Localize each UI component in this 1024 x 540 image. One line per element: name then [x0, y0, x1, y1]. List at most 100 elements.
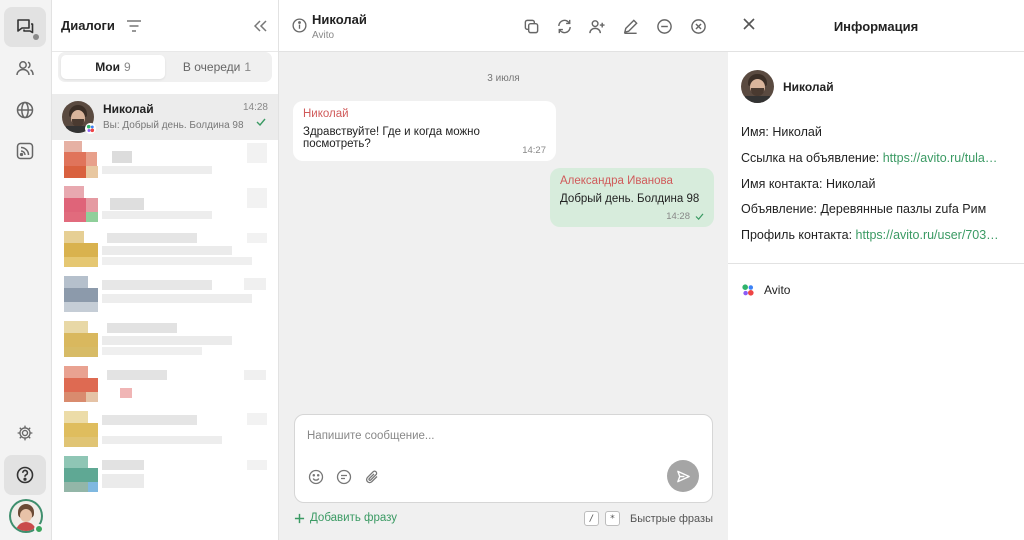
field-value: Николай — [772, 125, 822, 139]
field-label: Профиль контакта: — [741, 228, 853, 242]
chat-source: Avito — [312, 30, 335, 41]
plus-icon — [294, 513, 305, 523]
chat-info-button[interactable] — [292, 18, 307, 33]
info-icon — [292, 18, 307, 33]
dialog-item-blurred[interactable] — [52, 229, 278, 275]
users-icon — [16, 61, 34, 76]
rail-contacts-button[interactable] — [4, 48, 46, 88]
message-input[interactable] — [307, 427, 687, 445]
info-source: Avito — [741, 283, 790, 297]
message-text: Здравствуйте! Где и когда можно посмотре… — [303, 126, 480, 150]
dialog-item-blurred[interactable] — [52, 454, 278, 500]
minus-button[interactable] — [654, 16, 674, 36]
emoji-button[interactable] — [307, 468, 325, 486]
pencil-icon — [623, 18, 638, 34]
dialog-item-preview: Вы: Добрый день. Болдина 98 — [103, 120, 244, 131]
message-time-text: 14:27 — [522, 145, 546, 156]
dialog-item-blurred[interactable] — [52, 364, 278, 410]
online-indicator — [34, 524, 44, 534]
add-phrase-label: Добавить фразу — [310, 512, 398, 524]
read-check-icon — [695, 213, 704, 220]
field-value: Николай — [825, 177, 876, 191]
chat-header: Николай Avito — [279, 0, 728, 52]
double-chevron-left-icon — [253, 19, 267, 32]
avito-logo-icon — [86, 124, 95, 133]
nav-rail — [0, 0, 52, 540]
tab-mine[interactable]: Мои 9 — [61, 55, 165, 79]
chat-pane: Николай Avito 3 июля Николай Здравствуйт… — [279, 0, 728, 540]
copy-icon — [524, 19, 538, 33]
message-text: Добрый день. Болдина 98 — [560, 193, 700, 205]
tab-mine-count: 9 — [124, 60, 131, 74]
info-field-profile: Профиль контакта: https://avito.ru/user/… — [741, 228, 1019, 242]
close-circle-icon — [690, 18, 706, 34]
gear-icon — [17, 425, 33, 441]
info-field-contact-name: Имя контакта: Николай — [741, 177, 1019, 191]
refresh-icon — [557, 19, 571, 33]
avito-logo-icon — [742, 284, 754, 296]
dialog-item-blurred[interactable] — [52, 139, 278, 185]
template-button[interactable] — [335, 468, 353, 486]
smile-icon — [308, 469, 324, 485]
message-time-text: 14:28 — [666, 211, 690, 222]
rail-feeds-button[interactable] — [4, 131, 46, 171]
add-participant-button[interactable] — [587, 16, 607, 36]
avito-badge — [85, 123, 96, 134]
shortcut-key: / — [584, 511, 600, 526]
user-avatar[interactable] — [9, 499, 44, 534]
tab-queue-count: 1 — [244, 60, 252, 74]
rail-web-button[interactable] — [4, 90, 46, 130]
field-label: Имя контакта: — [741, 177, 823, 191]
send-button[interactable] — [667, 460, 699, 492]
date-separator: 3 июля — [487, 73, 520, 84]
info-field-name: Имя: Николай — [741, 125, 1019, 139]
add-user-icon — [589, 19, 605, 33]
message-author: Александра Иванова — [560, 175, 673, 187]
dialog-item-active[interactable]: Николай 14:28 Вы: Добрый день. Болдина 9… — [52, 94, 278, 140]
dialogs-header: Диалоги — [52, 0, 278, 52]
dialog-item-blurred[interactable] — [52, 274, 278, 320]
add-phrase-button[interactable]: Добавить фразу — [294, 512, 397, 524]
tab-mine-label: Мои — [95, 60, 120, 74]
collapse-panel-button[interactable] — [252, 19, 268, 33]
dialog-item-blurred[interactable] — [52, 409, 278, 455]
dialogs-tabs: Мои 9 В очереди 1 — [58, 52, 272, 82]
quick-phrases-label: Быстрые фразы — [630, 512, 713, 525]
rail-dialogs-button[interactable] — [4, 7, 46, 47]
status-dot — [33, 34, 39, 40]
divider — [728, 263, 1024, 264]
field-label: Ссылка на объявление: — [741, 151, 880, 165]
read-check-icon — [256, 118, 266, 126]
chat-bubbles-icon — [17, 19, 34, 34]
dialog-item-blurred[interactable] — [52, 319, 278, 365]
message-composer — [294, 414, 713, 503]
dialog-item-blurred[interactable] — [52, 184, 278, 230]
question-icon — [16, 466, 34, 484]
info-panel: Информация Николай Имя: Николай Ссылка н… — [728, 0, 1024, 540]
tab-queue[interactable]: В очереди 1 — [165, 55, 269, 79]
info-header: Информация — [728, 0, 1024, 52]
filter-button[interactable] — [126, 19, 142, 33]
info-title: Информация — [833, 19, 919, 34]
quick-phrases[interactable]: / * Быстрые фразы — [584, 511, 713, 526]
message-time: 14:28 — [666, 211, 704, 222]
rail-settings-button[interactable] — [4, 413, 46, 453]
copy-button[interactable] — [521, 16, 541, 36]
send-icon — [676, 470, 690, 482]
chat-contact-name: Николай — [312, 12, 367, 27]
globe-icon — [16, 101, 34, 119]
attach-button[interactable] — [363, 468, 381, 486]
close-chat-button[interactable] — [688, 16, 708, 36]
field-value: Деревянные пазлы zufa Рим — [820, 202, 987, 216]
profile-link[interactable]: https://avito.ru/user/703… — [856, 228, 999, 242]
refresh-button[interactable] — [554, 16, 574, 36]
info-field-listing: Объявление: Деревянные пазлы zufa Рим — [741, 202, 1019, 216]
edit-button[interactable] — [620, 16, 640, 36]
info-contact-name: Николай — [783, 80, 834, 94]
message-time: 14:27 — [522, 145, 546, 156]
listing-link[interactable]: https://avito.ru/tula… — [883, 151, 998, 165]
contact-avatar — [741, 70, 774, 103]
dialogs-panel: Диалоги Мои 9 В очереди 1 Николай 14:28 … — [52, 0, 279, 540]
rail-help-button[interactable] — [4, 455, 46, 495]
shortcut-key: * — [605, 511, 621, 526]
